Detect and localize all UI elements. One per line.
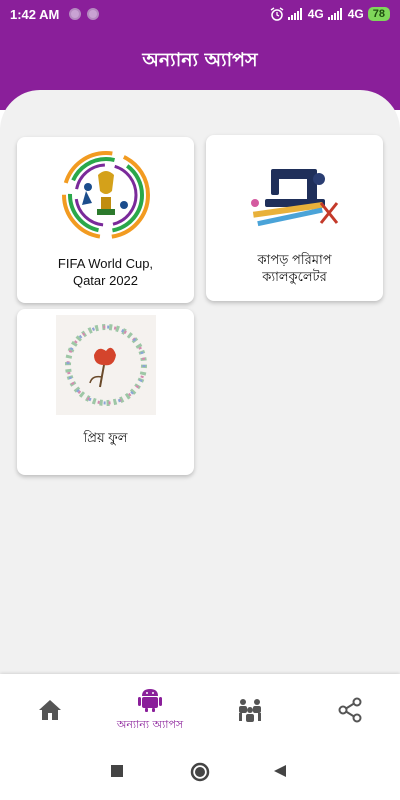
home-button[interactable] (190, 762, 210, 782)
share-icon (338, 697, 362, 723)
status-time: 1:42 AM (10, 6, 60, 22)
nav-other-apps[interactable]: অন্যান্য অ্যাপস (100, 674, 200, 746)
android-icon (138, 688, 162, 712)
app-name-line: FIFA World Cup, (57, 256, 154, 271)
people-icon (239, 699, 261, 722)
page-title: অন্যান্য অ্যাপস (142, 49, 258, 71)
app-card-fifa[interactable]: FIFA World Cup, Qatar 2022 (17, 137, 194, 303)
app-name: কাপড় পরিমাপ ক্যালকুলেটর (206, 251, 383, 285)
nav-label: অন্যান্য অ্যাপস (116, 717, 184, 731)
recents-button[interactable] (110, 764, 124, 778)
app-name-line: ক্যালকুলেটর (262, 269, 327, 284)
signal-icon (287, 8, 302, 20)
signal-icon (327, 8, 342, 20)
app-name: FIFA World Cup, Qatar 2022 (17, 255, 194, 289)
home-icon (39, 700, 61, 720)
nav-share[interactable] (300, 674, 400, 746)
bottom-navigation: অন্যান্য অ্যাপস (0, 674, 400, 746)
sewing-machine-icon (250, 169, 338, 227)
battery-indicator: 78 (367, 7, 390, 21)
app-name-line: কাপড় পরিমাপ (257, 252, 332, 267)
network-type: 4G (347, 7, 364, 21)
nav-home[interactable] (0, 674, 100, 746)
notification-icon (69, 8, 82, 20)
app-card-sewing[interactable]: কাপড় পরিমাপ ক্যালকুলেটর (206, 135, 383, 301)
system-navigation (0, 746, 400, 800)
notification-icon (87, 8, 100, 20)
flower-wreath-icon (55, 315, 156, 415)
alarm-icon (270, 7, 284, 21)
app-card-flower[interactable]: প্রিয় ফুল (17, 309, 194, 475)
status-indicators: 4G 4G 78 (270, 7, 390, 21)
app-name-line: Qatar 2022 (72, 273, 139, 288)
nav-people[interactable] (200, 674, 300, 746)
status-bar: 1:42 AM 4G 4G 78 (0, 0, 400, 28)
back-button[interactable] (273, 764, 287, 778)
app-name-line: প্রিয় ফুল (83, 430, 128, 445)
world-cup-icon (61, 151, 150, 239)
network-type: 4G (307, 7, 324, 21)
app-name: প্রিয় ফুল (17, 429, 194, 446)
